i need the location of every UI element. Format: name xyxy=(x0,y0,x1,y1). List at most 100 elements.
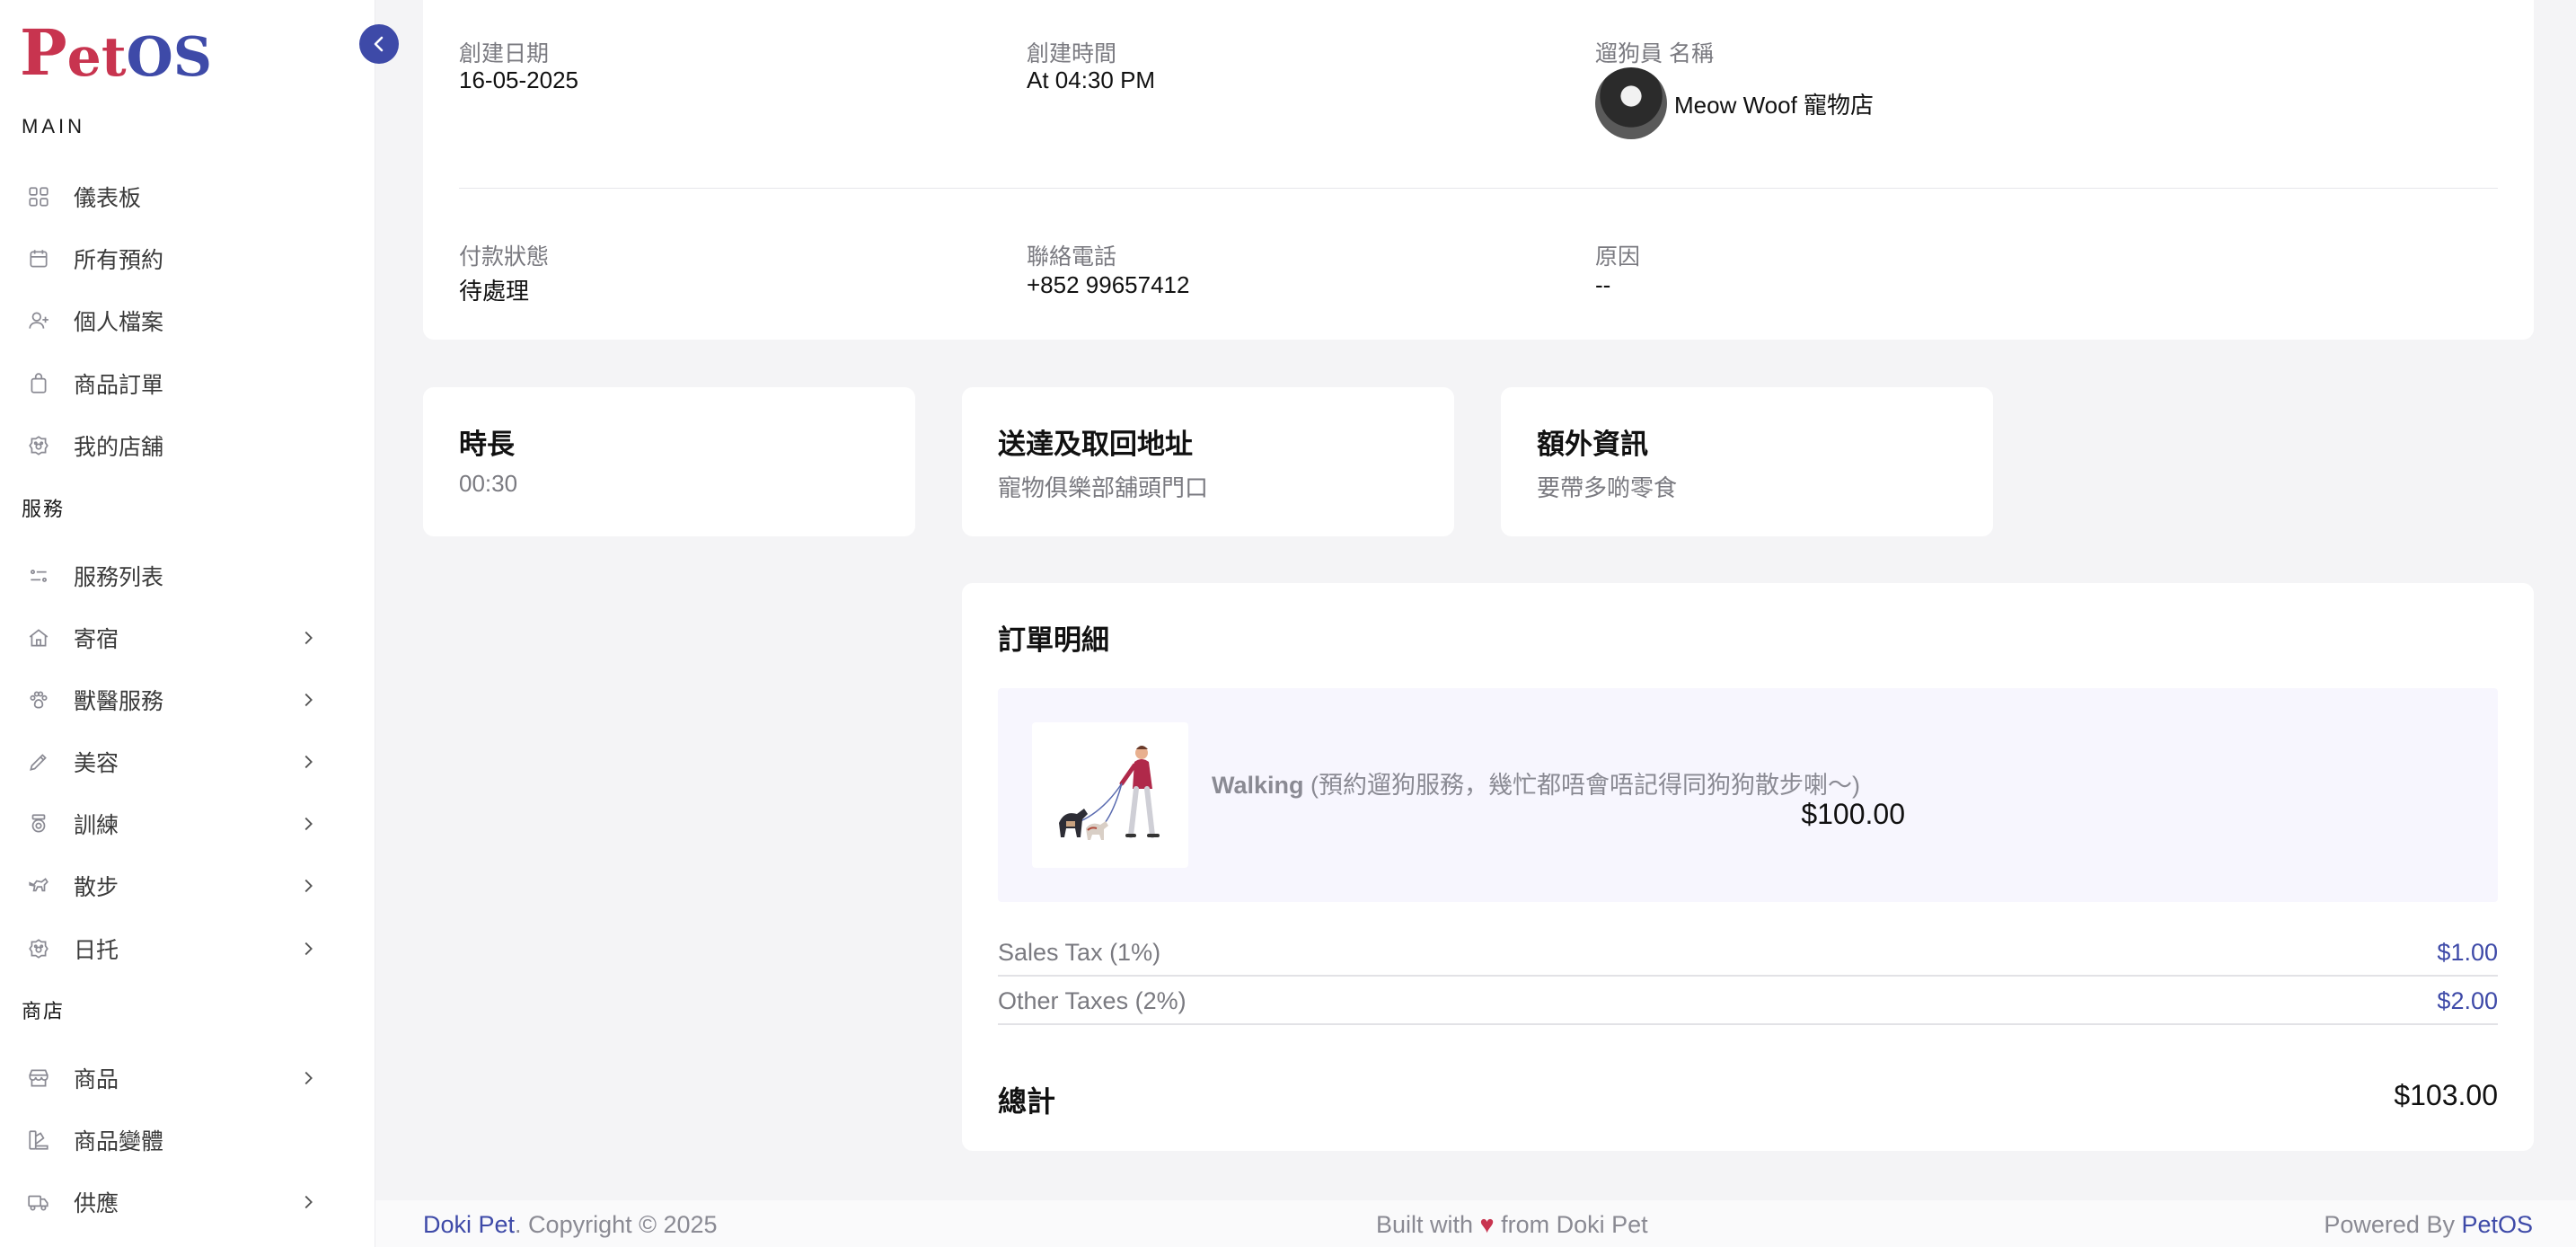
duration-card: 時長 00:30 xyxy=(423,387,915,536)
other-taxes-row: Other Taxes (2%) $2.00 xyxy=(998,977,2498,1025)
sidebar-item-supply[interactable]: 供應 xyxy=(0,1178,341,1226)
sidebar-item-my-store[interactable]: 我的店舖 xyxy=(0,421,341,470)
chevron-right-icon[interactable] xyxy=(296,812,320,836)
footer-copyright-text: . Copyright © 2025 xyxy=(515,1211,718,1238)
paw-store-icon xyxy=(25,432,52,459)
sidebar-item-grooming[interactable]: 美容 xyxy=(0,738,341,786)
logo-text-et: et xyxy=(66,26,127,89)
order-line-item: Walking (預約遛狗服務，幾忙都唔會唔記得同狗狗散步喇～) $100.00 xyxy=(998,688,2498,902)
address-card: 送達及取回地址 寵物俱樂部舖頭門口 xyxy=(962,387,1454,536)
calendar-icon xyxy=(25,245,52,272)
sidebar-item-label: 寄宿 xyxy=(74,627,119,652)
order-details-title: 訂單明細 xyxy=(998,624,1109,656)
home-icon xyxy=(25,624,52,651)
sales-tax-value: $1.00 xyxy=(2437,939,2498,966)
logo-text-os: OS xyxy=(126,26,213,89)
sidebar-item-label: 日托 xyxy=(74,938,119,963)
chevron-right-icon[interactable] xyxy=(296,626,320,650)
sidebar-item-label: 所有預約 xyxy=(74,248,164,273)
extra-info-title: 額外資訊 xyxy=(1537,429,1648,460)
medal-icon xyxy=(25,810,52,837)
duration-value: 00:30 xyxy=(459,470,518,497)
chevron-right-icon[interactable] xyxy=(296,874,320,898)
footer-powered-prefix: Powered By xyxy=(2324,1211,2462,1238)
footer: Doki Pet. Copyright © 2025 Built with ♥ … xyxy=(375,1200,2576,1247)
petos-logo[interactable]: Pet OS xyxy=(20,13,213,90)
sidebar-item-training[interactable]: 訓練 xyxy=(0,800,341,848)
walker-name-value: Meow Woof 寵物店 xyxy=(1674,92,1875,119)
chevron-right-icon[interactable] xyxy=(296,1066,320,1090)
footer-petos-link[interactable]: PetOS xyxy=(2461,1211,2533,1238)
created-date-value: 16-05-2025 xyxy=(459,66,578,93)
sidebar-item-walking[interactable]: 散步 xyxy=(0,862,341,910)
walker-name-label: 遛狗員 名稱 xyxy=(1595,41,1714,66)
chevron-right-icon[interactable] xyxy=(296,688,320,712)
order-item-price: $100.00 xyxy=(1801,798,1905,830)
truck-icon xyxy=(25,1189,52,1216)
footer-copyright: Doki Pet. Copyright © 2025 xyxy=(423,1211,718,1239)
extra-info-value: 要帶多啲零食 xyxy=(1537,474,1678,501)
sidebar-item-label: 商品 xyxy=(74,1067,119,1092)
sidebar-item-label: 散步 xyxy=(74,875,119,900)
sidebar-item-label: 供應 xyxy=(74,1191,119,1216)
grid-icon xyxy=(25,183,52,210)
sidebar-item-profile[interactable]: 個人檔案 xyxy=(0,296,341,345)
variant-icon xyxy=(25,1127,52,1154)
order-total-value: $103.00 xyxy=(2394,1079,2498,1111)
chevron-right-icon[interactable] xyxy=(296,937,320,960)
sidebar-item-daycare[interactable]: 日托 xyxy=(0,924,341,973)
sidebar-item-products[interactable]: 商品 xyxy=(0,1054,341,1102)
paw-store-icon xyxy=(25,935,52,962)
info-divider xyxy=(459,188,2498,189)
sidebar-item-product-variants[interactable]: 商品變體 xyxy=(0,1116,341,1164)
created-time-label: 創建時間 xyxy=(1027,41,1117,66)
footer-built-prefix: Built with xyxy=(1376,1211,1480,1238)
sidebar-item-service-list[interactable]: 服務列表 xyxy=(0,552,341,600)
sidebar-item-label: 訓練 xyxy=(74,813,119,838)
sales-tax-row: Sales Tax (1%) $1.00 xyxy=(998,928,2498,977)
order-total-label: 總計 xyxy=(998,1085,1056,1118)
walker-avatar xyxy=(1595,67,1667,139)
sidebar-item-label: 儀表板 xyxy=(74,186,142,211)
dog-walk-icon xyxy=(25,872,52,899)
other-taxes-label: Other Taxes (2%) xyxy=(998,987,1187,1014)
sidebar-item-label: 個人檔案 xyxy=(74,310,164,335)
sidebar-item-boarding[interactable]: 寄宿 xyxy=(0,614,341,662)
store-icon xyxy=(25,1065,52,1092)
address-value: 寵物俱樂部舖頭門口 xyxy=(998,474,1209,501)
logo-text-p: P xyxy=(20,15,67,90)
created-time-value: At 04:30 PM xyxy=(1027,66,1156,93)
phone-value: +852 99657412 xyxy=(1027,271,1190,298)
sidebar: Pet OS MAIN 儀表板 所有預約 個人檔案 商品訂單 我的店舖 服務 服務… xyxy=(0,0,375,1247)
list-icon xyxy=(25,562,52,589)
sidebar-item-label: 服務列表 xyxy=(74,565,164,590)
shopping-bag-icon xyxy=(25,370,52,397)
sales-tax-label: Sales Tax (1%) xyxy=(998,939,1161,966)
chevron-left-icon xyxy=(374,36,384,52)
chevron-right-icon[interactable] xyxy=(296,1190,320,1214)
sidebar-item-label: 我的店舖 xyxy=(74,435,164,460)
paw-icon xyxy=(25,686,52,713)
section-label-main: MAIN xyxy=(22,115,85,137)
sidebar-collapse-button[interactable] xyxy=(359,24,399,64)
section-label-services: 服務 xyxy=(22,498,66,520)
address-title: 送達及取回地址 xyxy=(998,429,1193,460)
chevron-right-icon[interactable] xyxy=(296,750,320,774)
footer-built-suffix: from Doki Pet xyxy=(1494,1211,1648,1238)
sidebar-item-vet-services[interactable]: 獸醫服務 xyxy=(0,676,341,724)
footer-powered-by: Powered By PetOS xyxy=(2324,1211,2533,1239)
dog-walking-illustration xyxy=(1032,722,1188,868)
sidebar-item-label: 美容 xyxy=(74,751,119,776)
duration-title: 時長 xyxy=(459,429,515,460)
payment-status-value: 待處理 xyxy=(459,278,530,305)
payment-status-label: 付款狀態 xyxy=(459,244,550,270)
sidebar-item-dashboard[interactable]: 儀表板 xyxy=(0,172,341,221)
sidebar-item-all-bookings[interactable]: 所有預約 xyxy=(0,234,341,283)
sidebar-item-label: 商品訂單 xyxy=(74,373,164,398)
footer-built-with: Built with ♥ from Doki Pet xyxy=(1376,1211,1648,1239)
reason-label: 原因 xyxy=(1595,244,1641,270)
section-label-shop: 商店 xyxy=(22,1000,66,1022)
booking-info-card: 創建日期 16-05-2025 創建時間 At 04:30 PM 遛狗員 名稱 … xyxy=(423,0,2534,340)
sidebar-item-product-orders[interactable]: 商品訂單 xyxy=(0,359,341,408)
footer-brand-link[interactable]: Doki Pet xyxy=(423,1211,515,1238)
